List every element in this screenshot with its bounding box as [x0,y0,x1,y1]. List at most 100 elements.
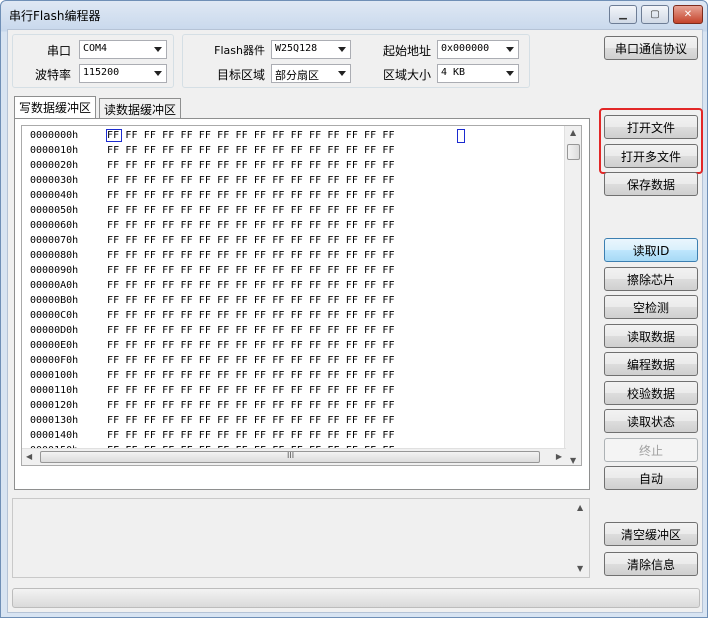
hex-row-address: 00000B0h [30,295,79,306]
chevron-down-icon [338,71,346,76]
horizontal-scrollbar[interactable]: ◀ III ▶ [22,448,566,465]
hex-row-address: 0000070h [30,235,79,246]
target-area-label: 目标区域 [216,68,265,82]
baud-label: 波特率 [34,68,71,82]
close-button[interactable]: ✕ [673,5,703,24]
hex-row-bytes[interactable]: FF FF FF FF FF FF FF FF FF FF FF FF FF F… [107,428,395,443]
hex-row-address: 0000130h [30,415,79,426]
chevron-down-icon [506,47,514,52]
hex-row-address: 0000020h [30,160,79,171]
chevron-down-icon [154,71,162,76]
flash-device-select[interactable]: W25Q128 [271,40,351,59]
client-area: 串口 COM4 波特率 115200 Flash器件 W25Q128 目标区域 … [7,29,703,613]
write-buffer-pane: 0000000h FF FF FF FF FF FF FF FF FF FF FF… [14,118,590,490]
scroll-down-icon[interactable]: ▼ [577,564,583,573]
hex-row-bytes[interactable]: FF FF FF FF FF FF FF FF FF FF FF FF FF F… [107,248,395,263]
message-log[interactable]: ▲ ▼ [12,498,590,578]
program-data-button[interactable]: 编程数据 [604,352,698,376]
hex-row-bytes[interactable]: FF FF FF FF FF FF FF FF FF FF FF FF FF F… [107,293,395,308]
window-title: 串行Flash编程器 [9,9,101,23]
hex-row-bytes[interactable]: FF FF FF FF FF FF FF FF FF FF FF FF FF F… [107,128,395,143]
flash-group: Flash器件 W25Q128 目标区域 部分扇区 起始地址 0x000000 … [182,34,530,88]
hex-row-bytes[interactable]: FF FF FF FF FF FF FF FF FF FF FF FF FF F… [107,368,395,383]
message-scrollbar[interactable]: ▲ ▼ [572,499,589,577]
hex-row-address: 00000F0h [30,355,79,366]
read-data-button[interactable]: 读取数据 [604,324,698,348]
area-size-label: 区域大小 [382,68,431,82]
hex-row-address: 0000140h [30,430,79,441]
flash-device-label: Flash器件 [214,44,265,57]
hex-row-bytes[interactable]: FF FF FF FF FF FF FF FF FF FF FF FF FF F… [107,413,395,428]
erase-chip-button[interactable]: 擦除芯片 [604,267,698,291]
horizontal-scroll-thumb[interactable]: III [40,451,540,463]
main-window: 串行Flash编程器 ▁ ▢ ✕ 串口 COM4 波特率 115200 Flas… [0,0,708,618]
flash-device-value: W25Q128 [275,43,318,54]
read-id-button[interactable]: 读取ID [604,238,698,262]
hex-row-bytes[interactable]: FF FF FF FF FF FF FF FF FF FF FF FF FF F… [107,173,395,188]
scroll-right-icon[interactable]: ▶ [556,452,562,461]
port-value: COM4 [83,43,108,54]
hex-row-address: 0000120h [30,400,79,411]
area-size-select[interactable]: 4 KB [437,64,519,83]
hex-row-bytes[interactable]: FF FF FF FF FF FF FF FF FF FF FF FF FF F… [107,323,395,338]
target-area-select[interactable]: 部分扇区 [271,64,351,83]
hex-row-bytes[interactable]: FF FF FF FF FF FF FF FF FF FF FF FF FF F… [107,278,395,293]
hex-row-bytes[interactable]: FF FF FF FF FF FF FF FF FF FF FF FF FF F… [107,383,395,398]
scroll-up-icon[interactable]: ▲ [577,503,583,512]
hex-row-address: 0000030h [30,175,79,186]
hex-row-bytes[interactable]: FF FF FF FF FF FF FF FF FF FF FF FF FF F… [107,143,395,158]
vertical-scroll-thumb[interactable] [567,144,580,160]
start-address-label: 起始地址 [382,44,431,58]
baud-select[interactable]: 115200 [79,64,167,83]
target-area-value: 部分扇区 [275,69,319,82]
hex-row-bytes[interactable]: FF FF FF FF FF FF FF FF FF FF FF FF FF F… [107,353,395,368]
title-bar[interactable]: 串行Flash编程器 ▁ ▢ ✕ [1,1,707,29]
chevron-down-icon [506,71,514,76]
hex-row-address: 00000C0h [30,310,79,321]
serial-protocol-button[interactable]: 串口通信协议 [604,36,698,60]
maximize-button[interactable]: ▢ [641,5,669,24]
hex-row-address: 0000110h [30,385,79,396]
hex-editor[interactable]: 0000000h FF FF FF FF FF FF FF FF FF FF FF… [21,125,582,466]
minimize-button[interactable]: ▁ [609,5,637,24]
open-file-button[interactable]: 打开文件 [604,115,698,139]
vertical-scrollbar[interactable]: ▲ ▼ [564,126,581,465]
hex-row-address: 0000050h [30,205,79,216]
hex-row-address: 0000010h [30,145,79,156]
blank-check-button[interactable]: 空检测 [604,295,698,319]
hex-row-address: 0000000h [30,130,79,141]
hex-row-bytes[interactable]: FF FF FF FF FF FF FF FF FF FF FF FF FF F… [107,203,395,218]
hex-row-address: 0000080h [30,250,79,261]
chevron-down-icon [338,47,346,52]
hex-row-bytes[interactable]: FF FF FF FF FF FF FF FF FF FF FF FF FF F… [107,158,395,173]
tab-write-buffer[interactable]: 写数据缓冲区 [14,96,97,118]
hex-row-bytes[interactable]: FF FF FF FF FF FF FF FF FF FF FF FF FF F… [107,398,395,413]
hex-row-bytes[interactable]: FF FF FF FF FF FF FF FF FF FF FF FF FF F… [107,188,395,203]
hex-row-bytes[interactable]: FF FF FF FF FF FF FF FF FF FF FF FF FF F… [107,218,395,233]
auto-button[interactable]: 自动 [604,466,698,490]
save-data-button[interactable]: 保存数据 [604,172,698,196]
open-multiple-files-button[interactable]: 打开多文件 [604,144,698,168]
hex-row-bytes[interactable]: FF FF FF FF FF FF FF FF FF FF FF FF FF F… [107,233,395,248]
clear-info-button[interactable]: 清除信息 [604,552,698,576]
baud-value: 115200 [83,67,120,78]
hex-row-bytes[interactable]: FF FF FF FF FF FF FF FF FF FF FF FF FF F… [107,308,395,323]
scroll-up-icon[interactable]: ▲ [570,128,576,137]
hex-row-address: 00000A0h [30,280,79,291]
hex-row-address: 0000060h [30,220,79,231]
verify-data-button[interactable]: 校验数据 [604,381,698,405]
hex-row-bytes[interactable]: FF FF FF FF FF FF FF FF FF FF FF FF FF F… [107,263,395,278]
hex-row-bytes[interactable]: FF FF FF FF FF FF FF FF FF FF FF FF FF F… [107,338,395,353]
read-status-button[interactable]: 读取状态 [604,409,698,433]
scroll-down-icon[interactable]: ▼ [570,456,576,465]
port-label: 串口 [46,44,71,58]
scroll-left-icon[interactable]: ◀ [26,452,32,461]
start-address-select[interactable]: 0x000000 [437,40,519,59]
port-group: 串口 COM4 波特率 115200 [12,34,174,88]
start-address-value: 0x000000 [441,43,490,54]
port-select[interactable]: COM4 [79,40,167,59]
stop-button[interactable]: 终止 [604,438,698,462]
hex-row-address: 00000D0h [30,325,79,336]
clear-buffer-button[interactable]: 清空缓冲区 [604,522,698,546]
tab-read-buffer[interactable]: 读数据缓冲区 [99,98,182,118]
